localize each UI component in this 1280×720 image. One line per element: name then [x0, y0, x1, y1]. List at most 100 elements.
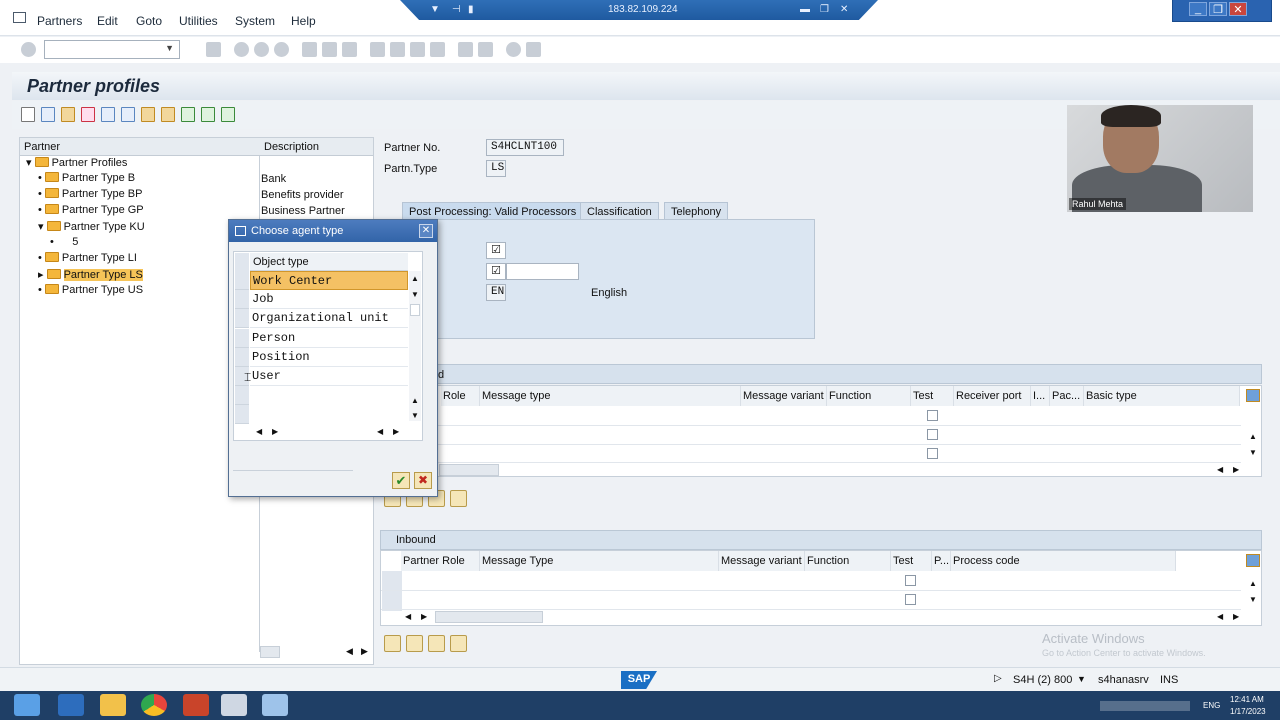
close-icon[interactable]: ✕: [1229, 2, 1247, 16]
display-icon[interactable]: [61, 107, 75, 122]
scroll-left-icon[interactable]: ◀: [256, 427, 262, 436]
insert-mode[interactable]: INS: [1160, 674, 1178, 686]
inbound-delete-icon[interactable]: [450, 635, 467, 652]
create-icon[interactable]: [21, 107, 35, 122]
inbound-create-icon[interactable]: [428, 635, 445, 652]
scroll-thumb[interactable]: [410, 304, 420, 316]
row-selector[interactable]: [235, 386, 249, 405]
inbound-copy-icon[interactable]: [406, 635, 423, 652]
col-basic-type[interactable]: Basic type: [1084, 386, 1240, 406]
sap-gui-icon[interactable]: [262, 694, 288, 716]
cancel-icon[interactable]: [274, 42, 289, 57]
clock-date[interactable]: 1/17/2023: [1230, 707, 1266, 716]
where-used-icon[interactable]: [141, 107, 155, 122]
column-settings-icon[interactable]: [1246, 389, 1260, 402]
status-expand-icon[interactable]: ▷: [994, 673, 1002, 684]
scroll-right-icon[interactable]: ▶: [1233, 465, 1239, 474]
scroll-right-icon[interactable]: ▶: [272, 427, 278, 436]
inbound-hscroll[interactable]: [435, 611, 543, 623]
sap-window-icon[interactable]: [13, 12, 26, 23]
row-selector[interactable]: [235, 329, 249, 348]
tree-item-ls[interactable]: ▸ Partner Type LS: [38, 268, 143, 284]
row-selectors[interactable]: [382, 571, 402, 611]
print-icon[interactable]: [302, 42, 317, 57]
menu-partners[interactable]: Partners: [37, 14, 82, 28]
scroll-right-icon[interactable]: ▶: [361, 646, 368, 657]
scroll-down-icon[interactable]: ▼: [411, 290, 419, 299]
col-function[interactable]: Function: [827, 386, 911, 406]
menu-edit[interactable]: Edit: [97, 14, 118, 28]
first-page-icon[interactable]: [370, 42, 385, 57]
tab-post-processing[interactable]: Post Processing: Valid Processors: [402, 202, 584, 220]
checkbox-2[interactable]: ☑: [486, 263, 506, 280]
object-type-row[interactable]: Organizational unit: [250, 309, 408, 328]
save-icon[interactable]: [206, 42, 221, 57]
scroll-down-icon[interactable]: ▼: [1249, 448, 1257, 457]
minimize-icon[interactable]: _: [1189, 2, 1207, 16]
outbound-hscroll[interactable]: [439, 464, 499, 476]
tree-item-li[interactable]: • Partner Type LI: [38, 252, 137, 268]
layout-icon[interactable]: [526, 42, 541, 57]
menu-system[interactable]: System: [235, 14, 275, 28]
tree-root[interactable]: ▾ Partner Profiles: [26, 156, 127, 172]
change-icon[interactable]: [41, 107, 55, 122]
tree-item-ku[interactable]: ▾ Partner Type KU: [38, 220, 145, 236]
scroll-down-icon[interactable]: ▼: [411, 411, 419, 420]
start-icon[interactable]: [14, 694, 40, 716]
tab-telephony[interactable]: Telephony: [664, 202, 729, 220]
test-checkbox[interactable]: [927, 429, 938, 440]
col-pac[interactable]: Pac...: [1050, 386, 1084, 406]
command-field[interactable]: ▼: [44, 40, 180, 59]
scroll-right-icon[interactable]: ▶: [421, 612, 427, 621]
object-type-row[interactable]: Position: [250, 348, 408, 367]
lock-icon[interactable]: ⊣: [452, 4, 461, 15]
language-field[interactable]: EN: [486, 284, 506, 301]
test-checkbox[interactable]: [905, 575, 916, 586]
scroll-up-icon[interactable]: ▲: [1249, 432, 1257, 441]
find-next-icon[interactable]: [342, 42, 357, 57]
powerpoint-icon[interactable]: [183, 694, 209, 716]
pin-icon[interactable]: ▼: [430, 4, 440, 15]
col-i[interactable]: I...: [1031, 386, 1050, 406]
row-selector[interactable]: [235, 309, 249, 328]
tab-classification[interactable]: Classification: [580, 202, 659, 220]
minimize-icon[interactable]: ▬: [800, 4, 810, 15]
back-icon[interactable]: [234, 42, 249, 57]
confirm-button[interactable]: ✔: [392, 472, 410, 489]
object-type-row[interactable]: Person: [250, 329, 408, 348]
input-language[interactable]: ENG: [1203, 701, 1220, 710]
exit-icon[interactable]: [254, 42, 269, 57]
col-message-type[interactable]: Message type: [480, 386, 741, 406]
test-checkbox[interactable]: [927, 448, 938, 459]
object-type-row[interactable]: User: [250, 367, 408, 386]
cancel-button[interactable]: ✖: [414, 472, 432, 489]
partner-no-field[interactable]: S4HCLNT100: [486, 139, 564, 156]
chevron-down-icon[interactable]: ▼: [165, 43, 174, 53]
scroll-left-icon[interactable]: ◀: [377, 427, 383, 436]
col-process-code[interactable]: Process code: [951, 551, 1176, 571]
export-icon[interactable]: [201, 107, 215, 122]
scroll-up-icon[interactable]: ▲: [411, 274, 419, 283]
col-object-type[interactable]: Object type: [250, 253, 408, 271]
col-test[interactable]: Test: [911, 386, 954, 406]
object-type-row[interactable]: Job: [250, 290, 408, 309]
shortcut-icon[interactable]: [478, 42, 493, 57]
col-function[interactable]: Function: [805, 551, 891, 571]
tree-hscroll[interactable]: [260, 646, 280, 658]
col-message-variant[interactable]: Message variant: [741, 386, 827, 406]
object-type-row[interactable]: Work Center: [250, 271, 408, 290]
scroll-up-icon[interactable]: ▲: [411, 396, 419, 405]
col-receiver-port[interactable]: Receiver port: [954, 386, 1031, 406]
scroll-right-icon[interactable]: ▶: [393, 427, 399, 436]
system-dropdown-icon[interactable]: ▼: [1077, 674, 1086, 684]
delete-icon[interactable]: [101, 107, 115, 122]
scroll-down-icon[interactable]: ▼: [1249, 595, 1257, 604]
restore-icon[interactable]: ❐: [820, 4, 829, 15]
scroll-left-icon[interactable]: ◀: [346, 646, 353, 657]
test-checkbox[interactable]: [905, 594, 916, 605]
checkbox-1[interactable]: ☑: [486, 242, 506, 259]
row-selector[interactable]: [235, 290, 249, 309]
col-test[interactable]: Test: [891, 551, 932, 571]
collapsed-icon[interactable]: ▸: [38, 269, 44, 281]
notification-icons[interactable]: [1100, 701, 1190, 711]
